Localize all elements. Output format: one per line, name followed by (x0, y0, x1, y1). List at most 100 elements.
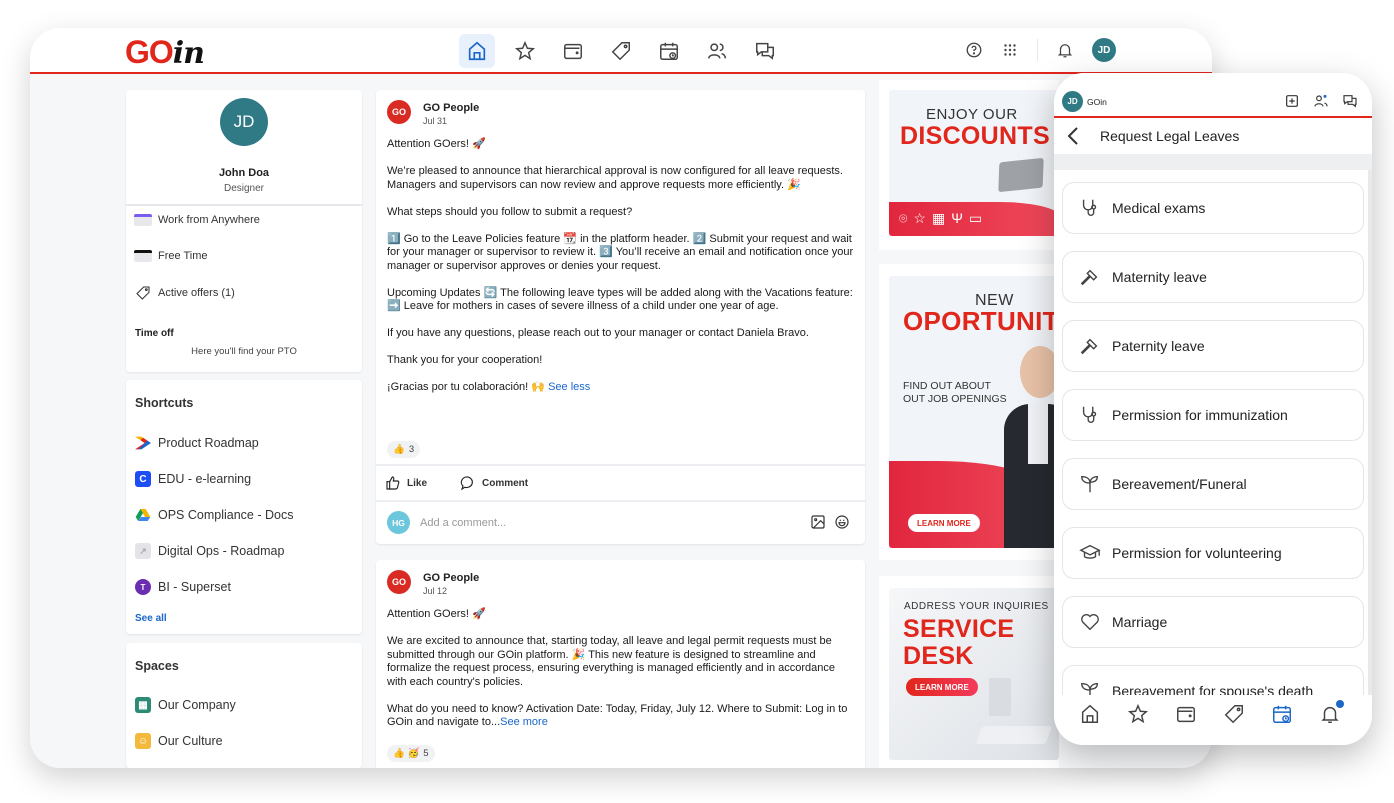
chat-icon (756, 42, 774, 60)
nav-chat[interactable] (747, 34, 783, 68)
shortcuts-title: Shortcuts (135, 396, 194, 410)
profile-link-active-offers[interactable]: Active offers (1) (134, 285, 235, 301)
learn-more-button[interactable]: LEARN MORE (906, 678, 978, 696)
timeoff-title: Time off (135, 328, 174, 339)
back-arrow-icon[interactable] (1064, 124, 1082, 148)
purple-card-icon (134, 214, 152, 226)
mobile-tab-home[interactable] (1079, 703, 1101, 725)
mobile-user-avatar[interactable]: JD (1062, 91, 1083, 112)
header-divider (1037, 39, 1038, 61)
discount-icons: ⌾ ☆ ▦ Ψ ▭ (899, 210, 982, 227)
reaction-summary[interactable]: 👍 🥳 5 (387, 745, 435, 762)
keyboard-illustration (975, 726, 1053, 744)
post-body: Attention GOers! 🚀 We’re pleased to anno… (387, 138, 854, 393)
comment-input[interactable] (420, 513, 790, 533)
leave-option-immunization[interactable]: Permission for immunization (1062, 389, 1364, 441)
post-date: Jul 12 (423, 586, 448, 596)
post-divider (376, 464, 865, 466)
leave-option-volunteering[interactable]: Permission for volunteering (1062, 527, 1364, 579)
comment-bubble-icon (460, 476, 473, 491)
profile-card: JD John Doa Designer Work from Anywhere … (126, 90, 362, 372)
help-icon[interactable] (965, 41, 983, 59)
mobile-tab-notifications[interactable] (1319, 700, 1344, 725)
shortcut-edu-elearning[interactable]: C EDU - e-learning (135, 471, 251, 487)
like-button[interactable]: Like (385, 475, 427, 491)
post-author-avatar[interactable]: GO (387, 570, 411, 594)
see-all-link[interactable]: See all (135, 613, 167, 624)
desktop-window: GOin JD JD John Doa Designer Work from A… (30, 28, 1212, 768)
feed-post: GO GO People Jul 31 Attention GOers! 🚀 W… (376, 90, 865, 544)
spaces-card: Spaces ▦ Our Company ☺ Our Culture (126, 643, 362, 768)
nav-wallet[interactable] (555, 34, 591, 68)
image-upload-icon[interactable] (810, 514, 826, 530)
nav-leave-calendar[interactable] (651, 34, 687, 68)
nav-people[interactable] (699, 34, 735, 68)
roadmap-logo-icon (135, 436, 151, 450)
stethoscope-icon (1082, 406, 1097, 423)
mobile-top-icons (1284, 93, 1358, 109)
mobile-app-name: GOin (1087, 97, 1107, 107)
mobile-top-bar: JD GOin (1054, 73, 1372, 118)
mobile-tab-offers[interactable] (1223, 703, 1245, 725)
wallet-icon (564, 43, 582, 60)
mobile-app: JD GOin Request Legal Leaves Medical exa… (1054, 73, 1372, 745)
home-icon (1081, 704, 1099, 723)
mobile-tab-favorites[interactable] (1127, 703, 1149, 725)
mobile-bottom-nav (1054, 695, 1372, 745)
post-author-avatar[interactable]: GO (387, 100, 411, 124)
nav-offers[interactable] (603, 34, 639, 68)
monitor-illustration (989, 678, 1011, 716)
grid-icon[interactable] (1001, 41, 1019, 59)
user-avatar[interactable]: JD (1092, 38, 1116, 62)
add-square-icon[interactable] (1284, 93, 1300, 109)
mobile-tab-leave-calendar[interactable] (1271, 703, 1293, 725)
people-icon[interactable] (1313, 93, 1329, 109)
mobile-scrollbar[interactable] (1368, 170, 1372, 710)
tag-icon (611, 42, 630, 61)
space-our-culture[interactable]: ☺ Our Culture (135, 733, 223, 749)
shortcut-product-roadmap[interactable]: Product Roadmap (135, 435, 259, 451)
tag-icon (136, 286, 150, 300)
shortcut-ops-compliance[interactable]: OPS Compliance - Docs (135, 507, 293, 523)
goin-logo[interactable]: GOin (125, 34, 205, 71)
nav-home[interactable] (459, 34, 495, 68)
service-desk-banner[interactable]: ADDRESS YOUR INQUIRIES SERVICE DESK LEAR… (889, 588, 1059, 760)
profile-name: John Doa (218, 167, 270, 179)
comment-button[interactable]: Comment (460, 475, 528, 491)
leave-option-marriage[interactable]: Marriage (1062, 596, 1364, 648)
bell-icon[interactable] (1056, 41, 1074, 59)
shortcut-digital-ops-roadmap[interactable]: ↗ Digital Ops - Roadmap (135, 543, 284, 559)
mobile-page-title: Request Legal Leaves (1100, 128, 1240, 144)
leave-option-paternity[interactable]: Paternity leave (1062, 320, 1364, 372)
see-less-link[interactable]: See less (548, 381, 590, 393)
leave-option-medical-exams[interactable]: Medical exams (1062, 182, 1364, 234)
leave-option-bereavement-funeral[interactable]: Bereavement/Funeral (1062, 458, 1364, 510)
timeoff-subtitle[interactable]: Here you'll find your PTO (126, 346, 362, 357)
post-body: Attention GOers! 🚀 We are excited to ann… (387, 608, 848, 728)
gift-icon: ▦ (931, 210, 946, 226)
profile-avatar[interactable]: JD (220, 98, 268, 146)
star-icon: ☆ (913, 210, 926, 226)
post-author[interactable]: GO People (423, 572, 479, 584)
post-author[interactable]: GO People (423, 102, 479, 114)
space-our-company[interactable]: ▦ Our Company (135, 697, 236, 713)
tag-icon (1224, 705, 1243, 724)
discounts-banner[interactable]: ENJOY OUR DISCOUNTS ⌾ ☆ ▦ Ψ ▭ (889, 90, 1059, 236)
graduation-cap-icon (1079, 544, 1101, 559)
post-date: Jul 31 (423, 116, 448, 126)
reaction-summary[interactable]: 👍 3 (387, 441, 421, 458)
profile-link-free-time[interactable]: Free Time (134, 250, 208, 262)
leave-option-maternity[interactable]: Maternity leave (1062, 251, 1364, 303)
laptop-illustration (998, 157, 1044, 193)
profile-link-work-from-anywhere[interactable]: Work from Anywhere (134, 214, 260, 226)
opportunities-banner[interactable]: NEW OPORTUNITIES FIND OUT ABOUT OUT JOB … (889, 276, 1059, 548)
location-icon: ⌾ (899, 210, 908, 226)
mobile-tab-wallet[interactable] (1175, 703, 1197, 725)
see-more-link[interactable]: See more (500, 716, 548, 728)
shortcut-bi-superset[interactable]: T BI - Superset (135, 579, 231, 595)
learn-more-button[interactable]: LEARN MORE (908, 514, 980, 532)
emoji-icon[interactable] (834, 514, 850, 530)
screenshot-stage: GOin JD JD John Doa Designer Work from A… (0, 0, 1394, 803)
nav-favorites[interactable] (507, 34, 543, 68)
chat-icon[interactable] (1342, 93, 1358, 109)
